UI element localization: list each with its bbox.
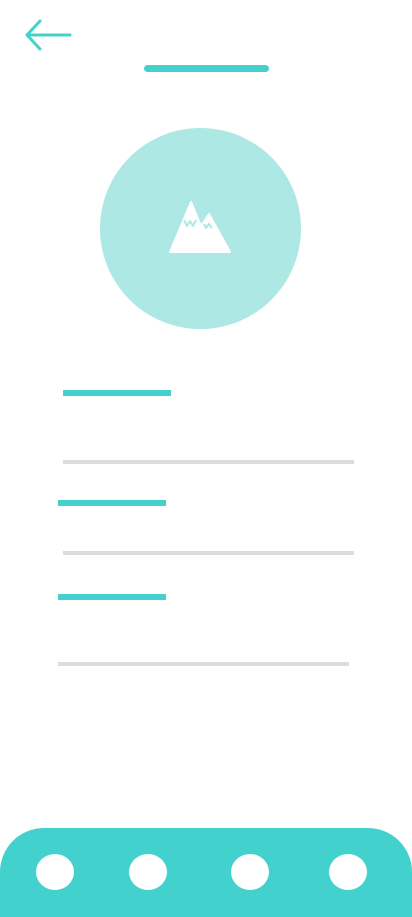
- field-underline-2: [63, 551, 354, 555]
- field-underline-3: [58, 662, 349, 666]
- mountain-image-icon: [169, 201, 231, 253]
- nav-item-3[interactable]: [231, 854, 269, 890]
- field-label-1: [63, 390, 171, 396]
- text-field-3[interactable]: [58, 628, 349, 666]
- arrow-left-icon: [25, 19, 72, 51]
- text-input-1[interactable]: [63, 428, 354, 464]
- field-underline-1: [63, 460, 354, 464]
- text-input-2[interactable]: [63, 519, 354, 555]
- page-title-placeholder: [144, 65, 269, 72]
- nav-item-2[interactable]: [129, 854, 167, 890]
- text-input-3[interactable]: [58, 630, 349, 666]
- bottom-navigation: [0, 828, 412, 917]
- back-button[interactable]: [22, 18, 74, 52]
- text-field-1[interactable]: [63, 426, 354, 464]
- nav-item-4[interactable]: [329, 854, 367, 890]
- text-field-2[interactable]: [63, 517, 354, 555]
- field-label-2: [58, 500, 166, 506]
- profile-image-upload[interactable]: [100, 128, 301, 329]
- field-label-3: [58, 594, 166, 600]
- nav-item-1[interactable]: [36, 854, 74, 890]
